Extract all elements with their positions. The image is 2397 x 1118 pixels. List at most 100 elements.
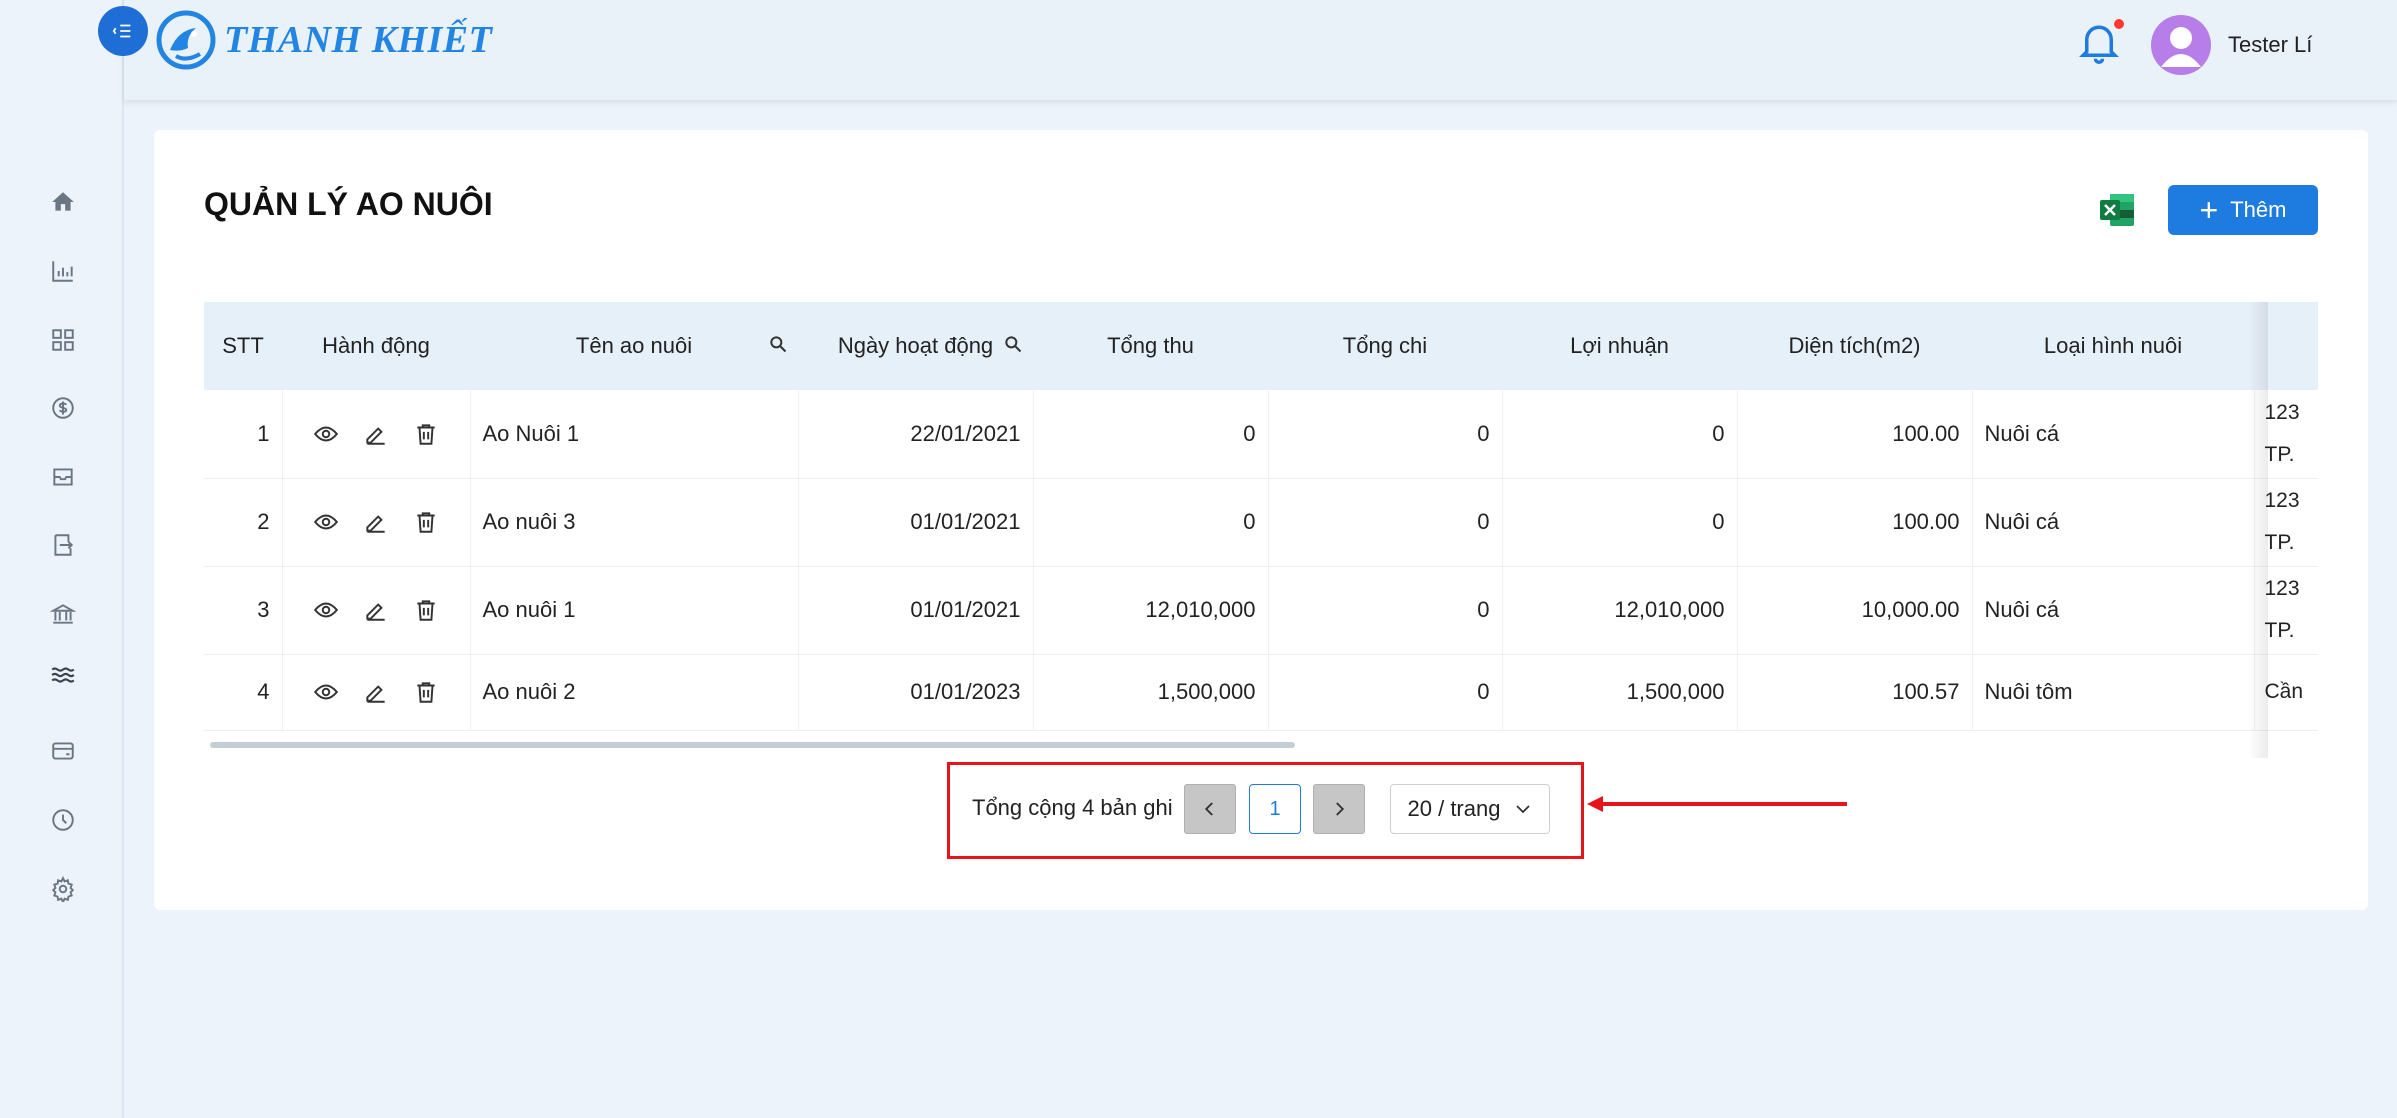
col-header-stt: STT bbox=[204, 302, 282, 390]
brand-logo-icon bbox=[156, 10, 216, 70]
cell-actions bbox=[282, 566, 471, 655]
menu-toggle-button[interactable] bbox=[98, 6, 148, 56]
cell-area: 100.00 bbox=[1737, 478, 1973, 567]
ponds-table: STT Hành động Tên ao nuôi Ngày hoạt động… bbox=[204, 302, 2318, 758]
brand-name: THANH KHIẾT bbox=[224, 19, 493, 61]
clock-icon[interactable] bbox=[46, 803, 80, 837]
cell-expense: 0 bbox=[1268, 654, 1503, 731]
col-header-area: Diện tích(m2) bbox=[1737, 302, 1972, 390]
search-icon[interactable] bbox=[1003, 334, 1023, 354]
address-line-1: 123 bbox=[2264, 400, 2300, 424]
search-icon[interactable] bbox=[768, 334, 788, 354]
col-header-profit: Lợi nhuận bbox=[1502, 302, 1737, 390]
col-header-revenue: Tổng thu bbox=[1033, 302, 1268, 390]
edit-pencil-icon[interactable] bbox=[363, 597, 389, 623]
address-line-1: 123 bbox=[2264, 489, 2300, 512]
col-header-type: Loại hình nuôi bbox=[1972, 302, 2254, 390]
address-line-1: 123 bbox=[2264, 577, 2300, 600]
gear-icon[interactable] bbox=[46, 872, 80, 906]
cell-profit: 12,010,000 bbox=[1502, 566, 1738, 655]
view-eye-icon[interactable] bbox=[313, 509, 339, 535]
cell-date: 22/01/2021 bbox=[798, 390, 1034, 479]
chevron-right-icon bbox=[1336, 802, 1345, 816]
cell-actions bbox=[282, 654, 471, 731]
plus-icon: + bbox=[2199, 192, 2219, 228]
view-eye-icon[interactable] bbox=[313, 597, 339, 623]
page-size-select[interactable]: 20 / trang bbox=[1390, 784, 1550, 834]
excel-export-icon[interactable] bbox=[2098, 192, 2136, 228]
sidebar bbox=[0, 0, 124, 1118]
edit-pencil-icon[interactable] bbox=[363, 421, 389, 447]
notification-bell-icon[interactable] bbox=[2078, 20, 2120, 66]
delete-trash-icon[interactable] bbox=[413, 597, 439, 623]
delete-trash-icon[interactable] bbox=[413, 421, 439, 447]
cell-name: Ao nuôi 3 bbox=[470, 478, 799, 567]
next-page-button[interactable] bbox=[1313, 784, 1365, 834]
address-line-2: TP. bbox=[2264, 442, 2295, 466]
address-line-2: TP. bbox=[2264, 619, 2295, 642]
waves-icon[interactable] bbox=[46, 658, 80, 692]
page-title: QUẢN LÝ AO NUÔI bbox=[204, 186, 493, 222]
address-line-2: TP. bbox=[2264, 531, 2295, 554]
page-number-current[interactable]: 1 bbox=[1249, 784, 1301, 834]
cell-name: Ao nuôi 2 bbox=[470, 654, 799, 731]
col-header-date-label: Ngày hoạt động bbox=[837, 333, 994, 358]
cell-name: Ao Nuôi 1 bbox=[470, 390, 799, 479]
table-scroll-shadow bbox=[2248, 302, 2268, 758]
add-button[interactable]: + Thêm bbox=[2168, 185, 2318, 235]
cell-date: 01/01/2021 bbox=[798, 478, 1034, 567]
credit-card-icon[interactable] bbox=[46, 734, 80, 768]
cell-revenue: 1,500,000 bbox=[1033, 654, 1269, 731]
view-eye-icon[interactable] bbox=[313, 421, 339, 447]
cell-actions bbox=[282, 478, 471, 567]
home-icon[interactable] bbox=[46, 185, 80, 219]
horizontal-scrollbar[interactable] bbox=[210, 742, 1295, 748]
page-size-value: 20 / trang bbox=[1407, 796, 1501, 821]
cell-actions bbox=[282, 390, 471, 479]
chevron-left-icon bbox=[1204, 802, 1213, 816]
inbox-icon[interactable] bbox=[46, 460, 80, 494]
cell-type: Nuôi cá bbox=[1972, 566, 2255, 655]
cell-area: 100.57 bbox=[1737, 654, 1973, 731]
annotation-arrow-icon bbox=[1587, 796, 1847, 812]
user-icon bbox=[2161, 27, 2201, 67]
add-button-label: Thêm bbox=[2230, 197, 2287, 222]
edit-pencil-icon[interactable] bbox=[363, 679, 389, 705]
menu-fold-icon bbox=[112, 24, 131, 38]
table-row: 2 Ao nuôi 3 01/01/2021 0 0 0 100.00 Nuôi… bbox=[204, 478, 2318, 567]
bank-icon[interactable] bbox=[46, 597, 80, 631]
cell-revenue: 0 bbox=[1033, 478, 1269, 567]
cell-revenue: 0 bbox=[1033, 390, 1269, 479]
view-eye-icon[interactable] bbox=[313, 679, 339, 705]
cell-type: Nuôi cá bbox=[1972, 390, 2255, 479]
total-records-text: Tổng cộng 4 bản ghi bbox=[972, 795, 1173, 820]
cell-expense: 0 bbox=[1268, 390, 1503, 479]
avatar[interactable] bbox=[2151, 15, 2211, 75]
cell-profit: 0 bbox=[1502, 478, 1738, 567]
address-line-1: Cần bbox=[2264, 680, 2304, 703]
cell-stt: 3 bbox=[204, 566, 283, 655]
prev-page-button[interactable] bbox=[1184, 784, 1236, 834]
delete-trash-icon[interactable] bbox=[413, 509, 439, 535]
user-name[interactable]: Tester Lí bbox=[2228, 32, 2312, 58]
col-header-name-label: Tên ao nuôi bbox=[575, 333, 693, 358]
edit-pencil-icon[interactable] bbox=[363, 509, 389, 535]
cell-name: Ao nuôi 1 bbox=[470, 566, 799, 655]
cell-stt: 2 bbox=[204, 478, 283, 567]
dashboard-grid-icon[interactable] bbox=[46, 323, 80, 357]
col-header-actions: Hành động bbox=[282, 302, 470, 390]
delete-trash-icon[interactable] bbox=[413, 679, 439, 705]
cell-stt: 4 bbox=[204, 654, 283, 731]
col-header-date: Ngày hoạt động bbox=[798, 302, 1033, 390]
receipt-icon[interactable] bbox=[46, 528, 80, 562]
dollar-icon[interactable] bbox=[46, 391, 80, 425]
table-header-row: STT Hành động Tên ao nuôi Ngày hoạt động… bbox=[204, 302, 2318, 390]
cell-date: 01/01/2023 bbox=[798, 654, 1034, 731]
cell-date: 01/01/2021 bbox=[798, 566, 1034, 655]
cell-profit: 1,500,000 bbox=[1502, 654, 1738, 731]
table-row: 1 Ao Nuôi 1 22/01/2021 0 0 0 100.00 Nuôi… bbox=[204, 390, 2318, 479]
cell-expense: 0 bbox=[1268, 478, 1503, 567]
bar-chart-icon[interactable] bbox=[46, 254, 80, 288]
cell-area: 10,000.00 bbox=[1737, 566, 1973, 655]
cell-stt: 1 bbox=[204, 390, 283, 479]
